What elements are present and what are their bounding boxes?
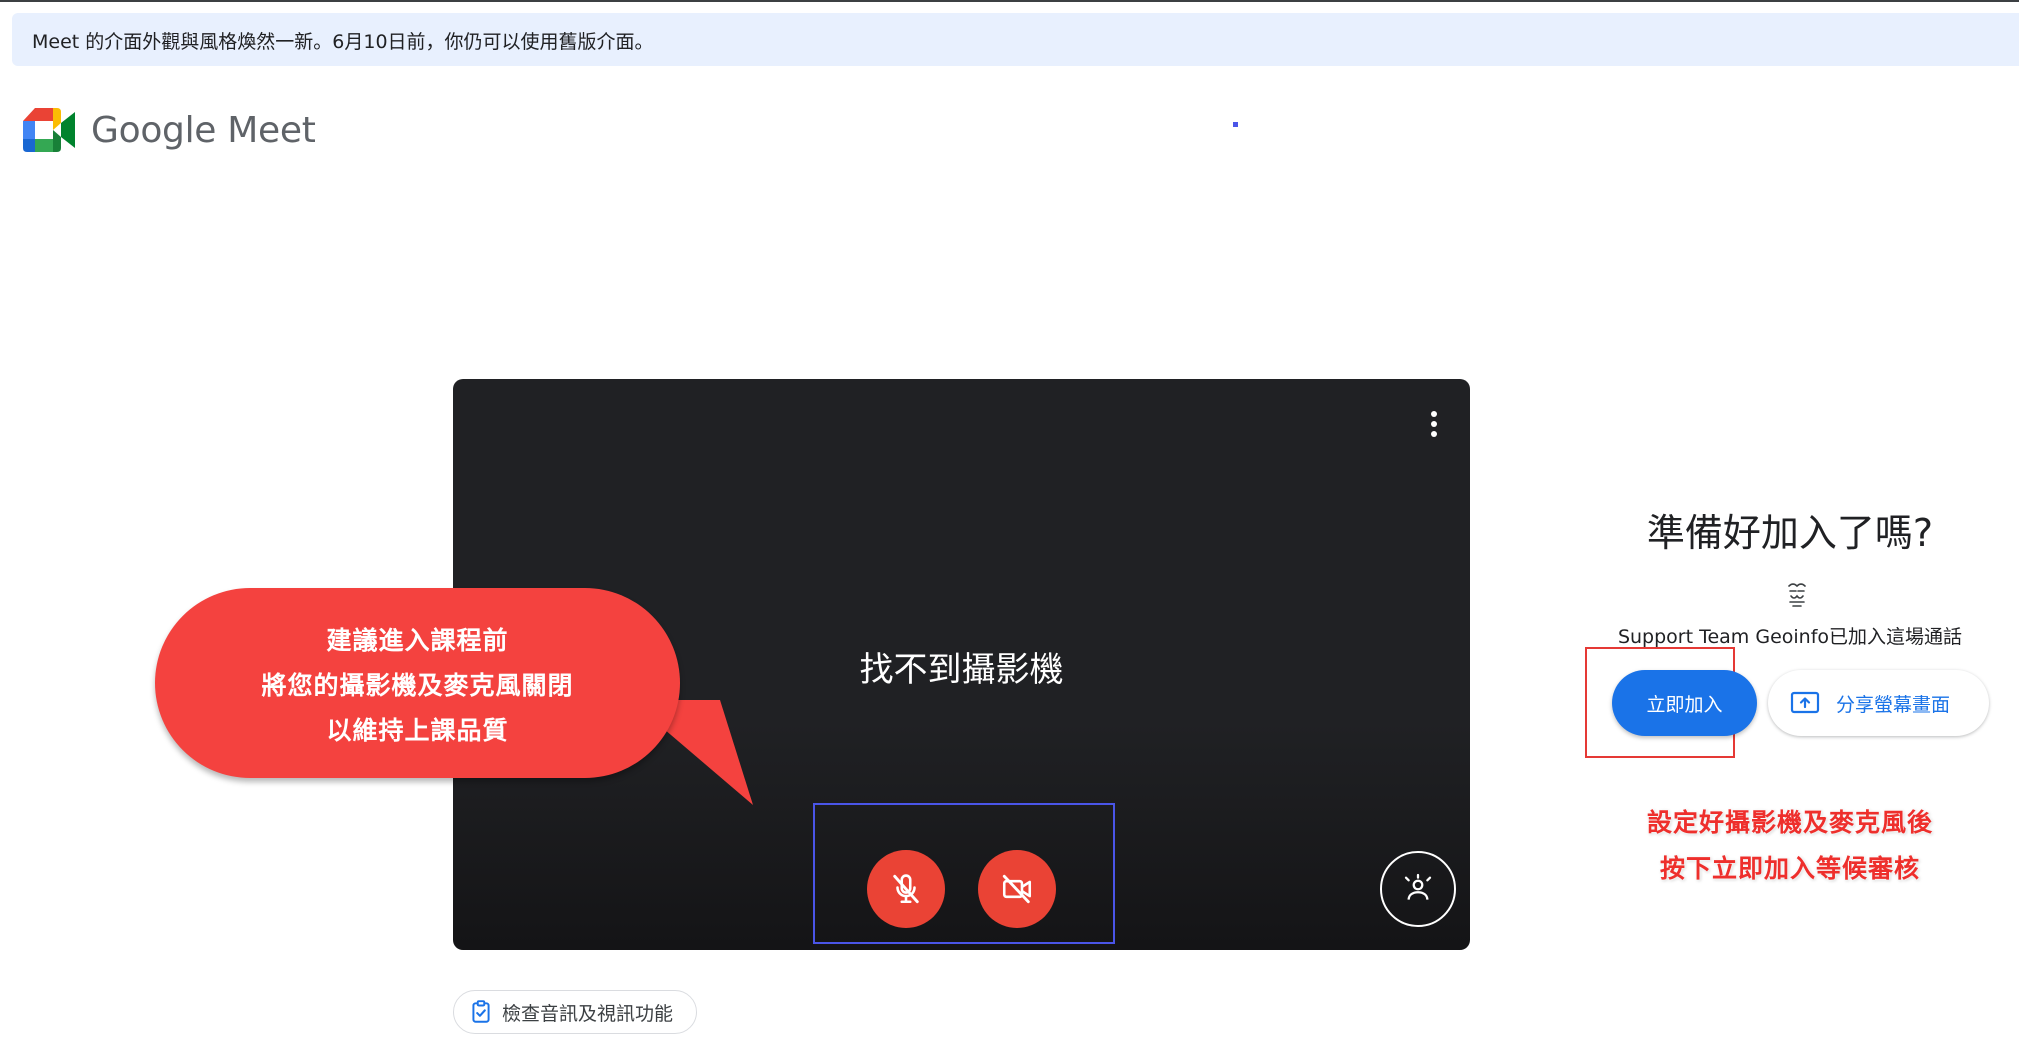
share-screen-button[interactable]: 分享螢幕畫面 [1768, 670, 1989, 736]
join-instruction-note: 設定好攝影機及麥克風後 按下立即加入等候審核 [1590, 800, 1990, 892]
bubble-line: 建議進入課程前 [326, 626, 509, 655]
visual-effects-button[interactable] [1380, 851, 1456, 927]
meet-logo-icon [23, 108, 75, 152]
camera-off-icon [1002, 874, 1032, 904]
banner-text: Meet 的介面外觀與風格煥然一新。6月10日前，你仍可以使用舊版介面。 [32, 31, 654, 53]
share-screen-label: 分享螢幕畫面 [1836, 693, 1951, 716]
microphone-toggle-button[interactable] [867, 850, 945, 928]
clipboard-check-icon [472, 1000, 490, 1023]
logo-text: Google Meet [91, 109, 316, 151]
join-now-button[interactable]: 立即加入 [1612, 670, 1757, 736]
ui-update-banner: Meet 的介面外觀與風格煥然一新。6月10日前，你仍可以使用舊版介面。 [12, 13, 2019, 66]
check-audio-video-label: 檢查音訊及視訊功能 [502, 1002, 674, 1025]
participants-joined-text: Support Team Geoinfo已加入這場通話 [1617, 626, 1963, 648]
note-line: 按下立即加入等候審核 [1659, 854, 1920, 883]
speech-bubble-text: 建議進入課程前 將您的攝影機及麥克風關閉 以維持上課品質 [155, 618, 680, 753]
present-screen-icon [1790, 691, 1820, 714]
google-meet-logo[interactable]: Google Meet [23, 100, 316, 160]
more-options-button[interactable] [1422, 407, 1446, 441]
participant-avatar [1781, 578, 1813, 610]
visual-effects-icon [1404, 873, 1432, 900]
more-options-dot [1431, 421, 1437, 427]
ready-to-join-title: 準備好加入了嗎? [1646, 511, 1934, 555]
top-border [0, 0, 2019, 2]
more-options-dot [1431, 431, 1437, 437]
mic-off-icon [893, 874, 919, 904]
bubble-line: 將您的攝影機及麥克風關閉 [261, 671, 574, 700]
more-options-icon [1431, 411, 1437, 417]
controls-highlight-box [813, 803, 1115, 944]
loading-dot [1233, 122, 1238, 127]
check-audio-video-button[interactable]: 檢查音訊及視訊功能 [453, 990, 697, 1034]
camera-toggle-button[interactable] [978, 850, 1056, 928]
note-line: 設定好攝影機及麥克風後 [1646, 808, 1933, 837]
bubble-line: 以維持上課品質 [326, 716, 509, 745]
